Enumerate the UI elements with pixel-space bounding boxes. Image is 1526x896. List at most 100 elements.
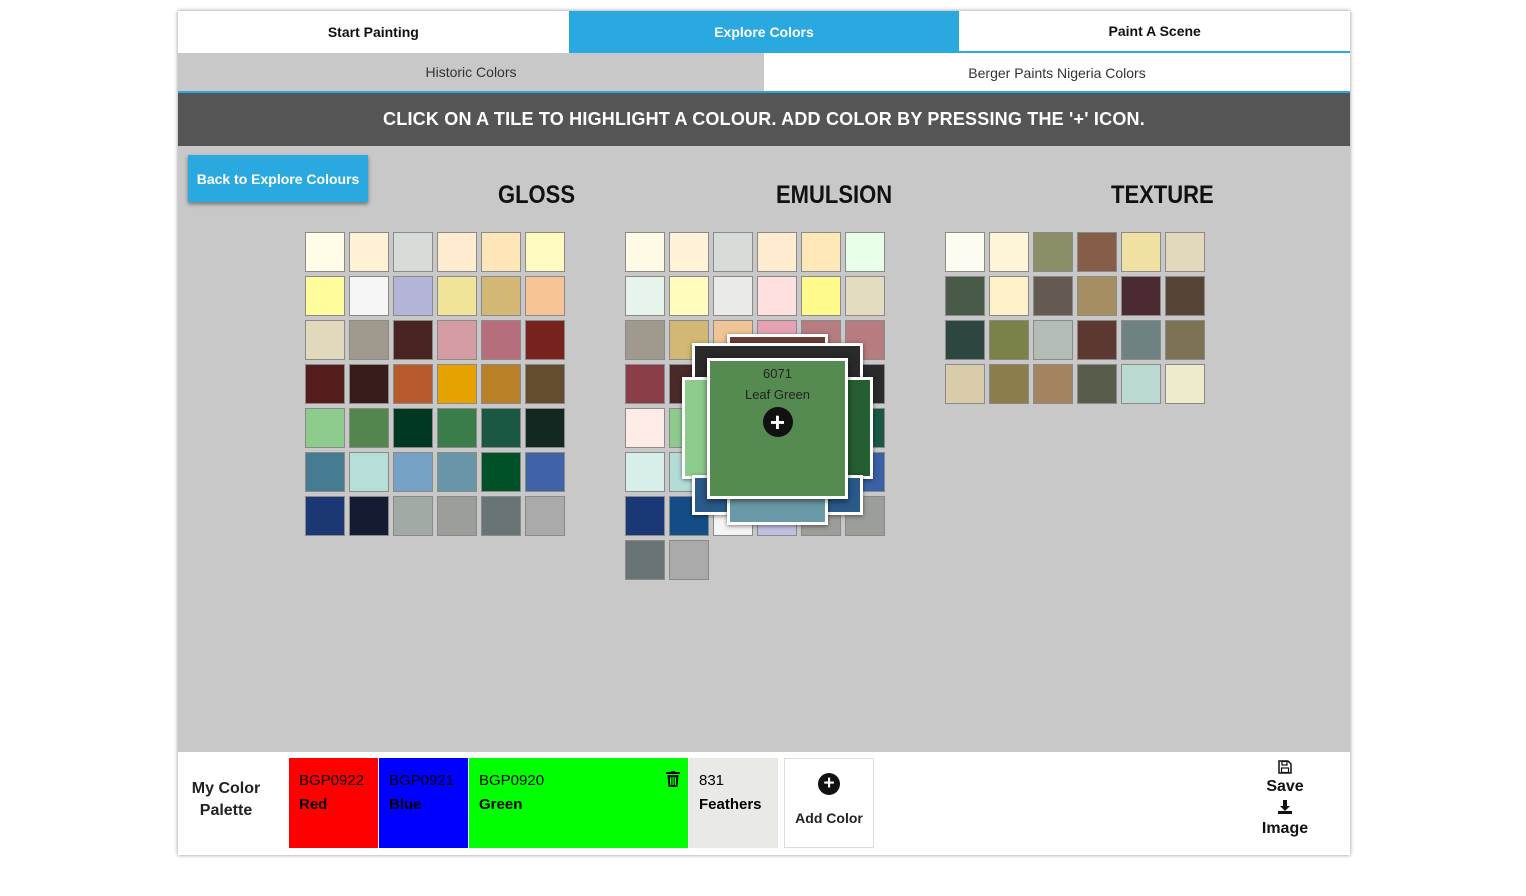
- emulsion-color-tile[interactable]: [713, 276, 753, 316]
- tab-start-painting[interactable]: Start Painting: [178, 11, 569, 53]
- plus-circle-icon[interactable]: +: [762, 407, 793, 437]
- gloss-color-tile[interactable]: [481, 452, 521, 492]
- back-to-explore-colours-button[interactable]: Back to Explore Colours: [188, 155, 368, 202]
- texture-color-tile[interactable]: [945, 276, 985, 316]
- gloss-color-tile[interactable]: [525, 276, 565, 316]
- gloss-color-tile[interactable]: [437, 496, 477, 536]
- gloss-color-tile[interactable]: [481, 364, 521, 404]
- highlighted-color-card[interactable]: 6071 Leaf Green +: [707, 358, 848, 499]
- gloss-color-tile[interactable]: [525, 364, 565, 404]
- gloss-color-tile[interactable]: [481, 276, 521, 316]
- texture-color-tile[interactable]: [1121, 276, 1161, 316]
- texture-color-tile[interactable]: [1033, 320, 1073, 360]
- texture-color-tile[interactable]: [1121, 232, 1161, 272]
- emulsion-color-tile[interactable]: [625, 452, 665, 492]
- gloss-color-tile[interactable]: [525, 496, 565, 536]
- palette-swatch-red[interactable]: BGP0922 Red: [289, 758, 378, 848]
- save-label[interactable]: Save: [1248, 777, 1322, 797]
- tab-paint-a-scene[interactable]: Paint A Scene: [959, 11, 1351, 53]
- gloss-color-tile[interactable]: [393, 364, 433, 404]
- emulsion-color-tile[interactable]: [845, 276, 885, 316]
- gloss-color-tile[interactable]: [437, 320, 477, 360]
- gloss-color-tile[interactable]: [481, 408, 521, 448]
- emulsion-color-tile[interactable]: [625, 276, 665, 316]
- texture-color-tile[interactable]: [1033, 276, 1073, 316]
- emulsion-color-tile[interactable]: [801, 232, 841, 272]
- texture-color-tile[interactable]: [1165, 276, 1205, 316]
- emulsion-color-tile[interactable]: [625, 408, 665, 448]
- texture-color-tile[interactable]: [945, 320, 985, 360]
- emulsion-color-tile[interactable]: [669, 276, 709, 316]
- gloss-color-tile[interactable]: [525, 408, 565, 448]
- texture-color-tile[interactable]: [1077, 276, 1117, 316]
- palette-swatch-green[interactable]: BGP0920 Green: [469, 758, 688, 848]
- emulsion-color-tile[interactable]: [757, 276, 797, 316]
- gloss-color-tile[interactable]: [525, 320, 565, 360]
- gloss-color-tile[interactable]: [349, 496, 389, 536]
- gloss-color-tile[interactable]: [349, 452, 389, 492]
- emulsion-color-tile[interactable]: [757, 232, 797, 272]
- texture-color-tile[interactable]: [1165, 364, 1205, 404]
- subtab-berger-paints-nigeria-colors[interactable]: Berger Paints Nigeria Colors: [764, 53, 1350, 93]
- texture-color-tile[interactable]: [1121, 364, 1161, 404]
- gloss-color-tile[interactable]: [393, 276, 433, 316]
- texture-color-tile[interactable]: [1077, 320, 1117, 360]
- texture-color-tile[interactable]: [1121, 320, 1161, 360]
- emulsion-color-tile[interactable]: [669, 540, 709, 580]
- gloss-color-tile[interactable]: [393, 452, 433, 492]
- emulsion-color-tile[interactable]: [801, 276, 841, 316]
- emulsion-color-tile[interactable]: [845, 232, 885, 272]
- gloss-color-tile[interactable]: [481, 232, 521, 272]
- gloss-color-tile[interactable]: [437, 408, 477, 448]
- gloss-color-tile[interactable]: [349, 408, 389, 448]
- texture-color-tile[interactable]: [945, 364, 985, 404]
- texture-color-tile[interactable]: [989, 276, 1029, 316]
- image-label[interactable]: Image: [1248, 819, 1322, 839]
- gloss-color-tile[interactable]: [349, 320, 389, 360]
- texture-color-tile[interactable]: [989, 320, 1029, 360]
- gloss-color-tile[interactable]: [305, 452, 345, 492]
- gloss-color-tile[interactable]: [349, 364, 389, 404]
- gloss-color-tile[interactable]: [305, 276, 345, 316]
- texture-color-tile[interactable]: [1077, 364, 1117, 404]
- texture-color-tile[interactable]: [1033, 232, 1073, 272]
- gloss-color-tile[interactable]: [393, 408, 433, 448]
- gloss-color-tile[interactable]: [525, 232, 565, 272]
- trash-icon[interactable]: [666, 771, 680, 792]
- texture-color-tile[interactable]: [1165, 320, 1205, 360]
- gloss-color-tile[interactable]: [305, 364, 345, 404]
- emulsion-color-tile[interactable]: [625, 320, 665, 360]
- download-icon[interactable]: [1248, 800, 1322, 817]
- gloss-color-tile[interactable]: [437, 452, 477, 492]
- gloss-color-tile[interactable]: [305, 320, 345, 360]
- gloss-color-tile[interactable]: [349, 232, 389, 272]
- emulsion-color-tile[interactable]: [713, 232, 753, 272]
- texture-color-tile[interactable]: [945, 232, 985, 272]
- emulsion-color-tile[interactable]: [669, 232, 709, 272]
- gloss-color-tile[interactable]: [305, 232, 345, 272]
- emulsion-color-tile[interactable]: [625, 232, 665, 272]
- emulsion-color-tile[interactable]: [625, 364, 665, 404]
- texture-color-tile[interactable]: [989, 232, 1029, 272]
- tab-explore-colors[interactable]: Explore Colors: [568, 11, 960, 53]
- gloss-color-tile[interactable]: [481, 496, 521, 536]
- gloss-color-tile[interactable]: [437, 232, 477, 272]
- floppy-disk-icon[interactable]: [1248, 760, 1322, 777]
- gloss-color-tile[interactable]: [393, 320, 433, 360]
- gloss-color-tile[interactable]: [481, 320, 521, 360]
- palette-swatch-feathers[interactable]: 831 Feathers: [689, 758, 778, 848]
- gloss-color-tile[interactable]: [525, 452, 565, 492]
- texture-color-tile[interactable]: [1165, 232, 1205, 272]
- palette-swatch-blue[interactable]: BGP0921 Blue: [379, 758, 468, 848]
- emulsion-color-tile[interactable]: [625, 496, 665, 536]
- texture-color-tile[interactable]: [1077, 232, 1117, 272]
- texture-color-tile[interactable]: [1033, 364, 1073, 404]
- gloss-color-tile[interactable]: [437, 364, 477, 404]
- add-color-button[interactable]: + Add Color: [784, 758, 874, 848]
- gloss-color-tile[interactable]: [349, 276, 389, 316]
- emulsion-color-tile[interactable]: [625, 540, 665, 580]
- gloss-color-tile[interactable]: [305, 408, 345, 448]
- subtab-historic-colors[interactable]: Historic Colors: [178, 53, 764, 93]
- gloss-color-tile[interactable]: [437, 276, 477, 316]
- gloss-color-tile[interactable]: [305, 496, 345, 536]
